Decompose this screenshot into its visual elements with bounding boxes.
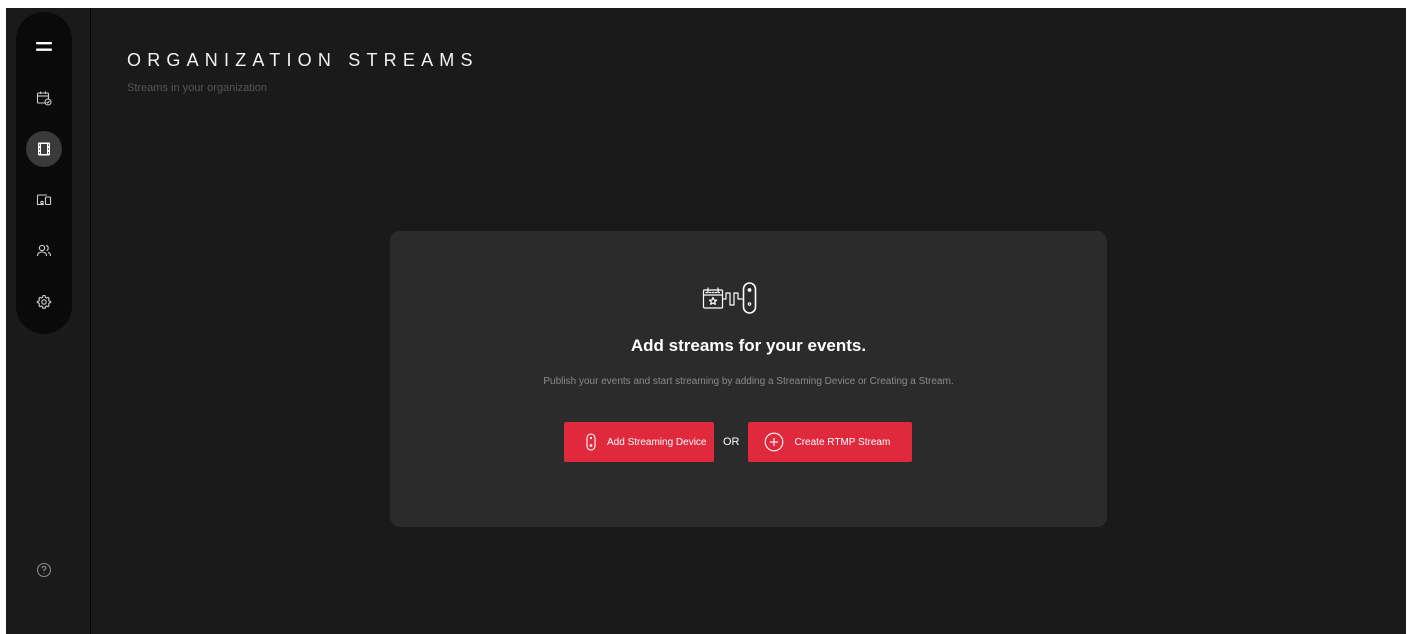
sidebar-item-users[interactable] bbox=[26, 233, 62, 269]
empty-state-card: Add streams for your events. Publish you… bbox=[390, 231, 1107, 527]
app-window: ORGANIZATION STREAMS Streams in your org… bbox=[6, 8, 1406, 634]
create-rtmp-stream-label: Create RTMP Stream bbox=[794, 436, 891, 448]
sidebar-item-devices[interactable] bbox=[26, 182, 62, 218]
users-icon bbox=[36, 244, 52, 257]
empty-state-description: Publish your events and start streaming … bbox=[543, 376, 954, 387]
help-button[interactable] bbox=[30, 556, 58, 584]
page-title: ORGANIZATION STREAMS bbox=[127, 50, 479, 70]
plus-circle-icon bbox=[764, 432, 784, 452]
empty-state-heading: Add streams for your events. bbox=[630, 336, 867, 355]
sidebar-item-events[interactable] bbox=[26, 80, 62, 116]
menu-button[interactable] bbox=[26, 29, 62, 65]
add-streaming-device-button[interactable]: Add Streaming Device bbox=[564, 422, 714, 462]
action-row: Add Streaming Device OR Create RTMP Stre… bbox=[564, 422, 912, 462]
calendar-wave-remote-icon bbox=[702, 282, 757, 314]
devices-icon bbox=[36, 194, 52, 206]
sidebar bbox=[6, 8, 91, 634]
page-subtitle: Streams in your organization bbox=[127, 82, 268, 94]
film-icon bbox=[38, 142, 50, 156]
main-content: ORGANIZATION STREAMS Streams in your org… bbox=[92, 8, 1406, 634]
or-separator: OR bbox=[723, 436, 740, 448]
add-streaming-device-label: Add Streaming Device bbox=[607, 436, 707, 448]
remote-icon bbox=[586, 433, 596, 451]
help-circle-icon bbox=[36, 562, 52, 578]
menu-icon bbox=[36, 42, 52, 51]
sidebar-item-streams[interactable] bbox=[26, 131, 62, 167]
calendar-check-icon bbox=[36, 91, 52, 106]
create-rtmp-stream-button[interactable]: Create RTMP Stream bbox=[747, 422, 912, 462]
sidebar-item-settings[interactable] bbox=[26, 284, 62, 320]
sidebar-rail bbox=[16, 12, 72, 334]
gear-icon bbox=[36, 294, 52, 309]
